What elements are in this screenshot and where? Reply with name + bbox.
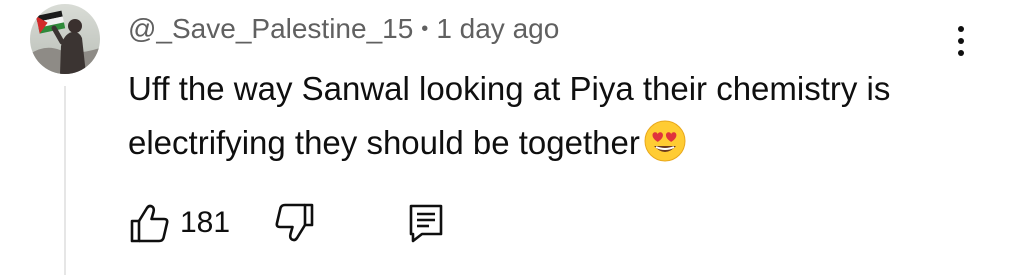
avatar-image [30,4,100,74]
smiling-face-with-heart-eyes-icon [644,120,686,162]
thumbs-up-icon [130,204,169,243]
avatar[interactable] [30,4,100,74]
comment-meta: @_Save_Palestine_15 • 1 day ago [128,12,559,46]
comment-text: Uff the way Sanwal looking at Piya their… [128,62,968,170]
comment-icon [409,204,443,243]
more-vert-icon [958,26,964,32]
more-options-button[interactable] [944,20,978,62]
comment-time: 1 day ago [436,13,560,44]
thumbs-down-icon [275,203,314,242]
comment-actions: 181 [128,198,446,248]
comment: @_Save_Palestine_15 • 1 day ago Uff the … [0,0,1024,275]
meta-separator: • [421,17,429,40]
thread-line [64,86,66,275]
author-name[interactable]: @_Save_Palestine_15 [128,13,413,45]
like-count: 181 [180,206,231,239]
reply-button[interactable] [406,201,446,245]
like-button[interactable]: 181 [128,201,230,245]
comment-body: Uff the way Sanwal looking at Piya their… [128,70,891,161]
dislike-button[interactable] [272,201,316,245]
